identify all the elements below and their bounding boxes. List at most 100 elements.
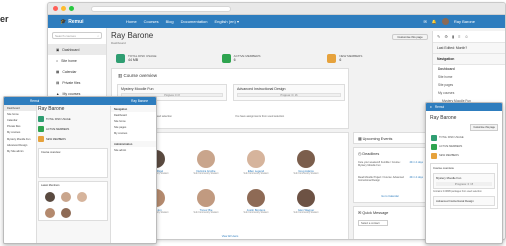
quick-message-card: ✉ Quick Message Select a contact [353, 206, 427, 239]
chart-icon[interactable]: ▮ [452, 34, 454, 39]
bell-icon[interactable]: 🔔 [432, 19, 437, 24]
course-overview-heading: ▥ Course overview [112, 69, 348, 83]
heading-text: Upcoming Events [362, 137, 393, 141]
tablet-members: Latest Members [38, 181, 108, 221]
nav-blog[interactable]: Blog [166, 19, 174, 24]
sidebar-item-site-home[interactable]: ⌂ Site home [48, 55, 106, 66]
users-icon [38, 126, 44, 132]
right-nav-item[interactable]: Site pages [433, 81, 505, 89]
top-navbar: 🎓 Remui Home Courses Blog Documentation … [48, 15, 505, 28]
list-icon[interactable]: ≡ [458, 34, 460, 39]
sidebar-item-calendar[interactable]: ▦ Calendar [48, 66, 106, 77]
users-icon [221, 53, 231, 63]
contact-select[interactable]: Select a contact [358, 220, 388, 226]
tablet-right-item[interactable]: Site admin [111, 147, 156, 153]
deadline-due: 4th in 4 days [409, 161, 423, 164]
member-role: Sub Community Student [293, 212, 319, 214]
user-plus-icon [38, 136, 44, 142]
close-dot-icon[interactable] [53, 6, 58, 11]
heading-text: Course overview [433, 166, 454, 170]
mobile-course-card[interactable]: Advanced Instructional Design [433, 196, 495, 206]
nav-right: ✉ 🔔 Ray Barone [424, 18, 505, 25]
heading-text: Deadlines [362, 152, 380, 156]
maximize-dot-icon[interactable] [69, 6, 74, 11]
stat-value: 6 [233, 58, 236, 62]
minimize-dot-icon[interactable] [61, 6, 66, 11]
message-icon[interactable]: ✉ [424, 19, 427, 24]
nav-courses[interactable]: Courses [144, 19, 159, 24]
right-nav-item[interactable]: My courses [433, 89, 505, 97]
user-avatar[interactable] [441, 18, 449, 25]
course-note: Contains 0.00MB packages from used selec… [433, 191, 482, 193]
customise-page-button[interactable]: Customise this page [392, 34, 428, 40]
user-name[interactable]: Ray Barone [454, 19, 475, 24]
avatar [247, 189, 265, 207]
tablet-window: Remui Ray Barone Dashboard Site home Cal… [3, 96, 157, 244]
member-card[interactable]: Trevor Bie Sub Community Student [189, 189, 223, 214]
stat-new-members: NEW MEMBERS 6 [322, 48, 428, 68]
deadline-item[interactable]: Cute your weekend! Femilite / Course: My… [358, 161, 406, 167]
right-nav-item[interactable]: Site home [433, 73, 505, 81]
course-name: Mystery Moodle Fun [436, 176, 462, 180]
nav-home[interactable]: Home [126, 19, 137, 24]
sidebar-item-label: Dashboard [62, 47, 80, 52]
nav-documentation[interactable]: Documentation [181, 19, 208, 24]
stat-active-members: ACTIVE MEMBERS 6 [217, 48, 323, 68]
stat-disk-usage: TOTAL DISK USAGE 44 MB [111, 48, 217, 68]
tablet-user-name[interactable]: Ray Barone [131, 99, 156, 103]
right-panel-toolbar: ✎ ⚙ ▮ ≡ ☺ [433, 31, 505, 43]
member-card[interactable]: Greg Adams Sub Community Student [289, 150, 323, 175]
stat-label: NEW MEMBERS [46, 137, 66, 141]
mobile-course-overview: Course overview Mystery Moodle Fun Progr… [430, 163, 498, 209]
user-icon[interactable]: ☺ [465, 34, 469, 39]
avatar [61, 208, 71, 218]
mobile-brand[interactable]: Remui [435, 105, 444, 109]
search-input[interactable]: Search courses ⌕ [52, 32, 102, 39]
member-role: Sub Community Student [193, 212, 219, 214]
mobile-customise-button[interactable]: Customise this page [470, 124, 498, 131]
url-bar[interactable] [91, 5, 231, 12]
tablet-sidebar-item[interactable]: My Site admin [4, 148, 36, 154]
main-content: Ray Barone Dashboard Customise this page… [111, 31, 428, 239]
disk-icon [116, 53, 125, 63]
brand[interactable]: 🎓 Remui [60, 19, 126, 25]
deadline-item[interactable]: Read Moodle Project / Course: Advanced I… [358, 176, 406, 182]
member-card[interactable]: Delmira Grothe Sub Community Student [189, 150, 223, 175]
member-card[interactable]: Glen Wagner Sub Community Student [289, 189, 323, 214]
go-to-calendar-link[interactable]: Go to Calendar [354, 195, 426, 198]
heading-text: Quick Message [362, 211, 389, 215]
nav-links: Home Courses Blog Documentation English … [126, 19, 239, 24]
stat-label: ACTIVE MEMBERS [233, 54, 261, 58]
sidebar-item-label: Private files [62, 80, 81, 85]
tablet-right-panel: Navigation Dashboard Site home Site page… [110, 106, 156, 243]
breadcrumb[interactable]: Dashboard [111, 41, 428, 45]
tablet-course-overview: Course overview [38, 148, 108, 178]
mobile-course-card[interactable]: Mystery Moodle Fun Progress: 0 / 8 [433, 173, 495, 189]
stats-row: TOTAL DISK USAGE 44 MB ACTIVE MEMBERS 6 NE… [111, 48, 428, 68]
member-card[interactable]: Justin Bordens Sub Community Student [239, 189, 273, 214]
navigation-block-title[interactable]: Navigation [433, 54, 505, 65]
avatar [61, 192, 71, 202]
tablet-right-item[interactable]: My courses [111, 131, 156, 137]
brand-name: Remui [68, 18, 84, 25]
avatar [197, 189, 215, 207]
calendar-icon: ▦ [56, 69, 60, 74]
sidebar-item-private-files[interactable]: ▤ Private files [48, 77, 106, 88]
sidebar-item-dashboard[interactable]: ▣ Dashboard [48, 44, 106, 55]
member-card[interactable]: Ellen Legend Sub Community Student [239, 150, 273, 175]
avatar [297, 189, 315, 207]
right-nav-item[interactable]: Dashboard [433, 65, 505, 73]
mobile-page-title: Ray Barone [430, 115, 457, 121]
stat-label: ACTIVE MEMBERS [46, 127, 70, 131]
users-icon [431, 143, 437, 150]
course-card[interactable]: Advanced Instructional Design Progress: … [233, 84, 345, 101]
nav-language[interactable]: English (en) ▾ [215, 19, 239, 24]
gear-icon[interactable]: ⚙ [444, 34, 448, 39]
course-name: Advanced Instructional Design [237, 87, 286, 91]
home-icon: ⌂ [56, 58, 59, 63]
screenshot-stage: er 🎓 Remui Home Courses Blog Documentati… [0, 0, 506, 246]
pencil-icon[interactable]: ✎ [437, 34, 440, 39]
tablet-brand[interactable]: Remui [30, 99, 39, 103]
menu-icon[interactable]: ≡ [430, 105, 432, 109]
intro-text-fragment: er [0, 14, 9, 24]
